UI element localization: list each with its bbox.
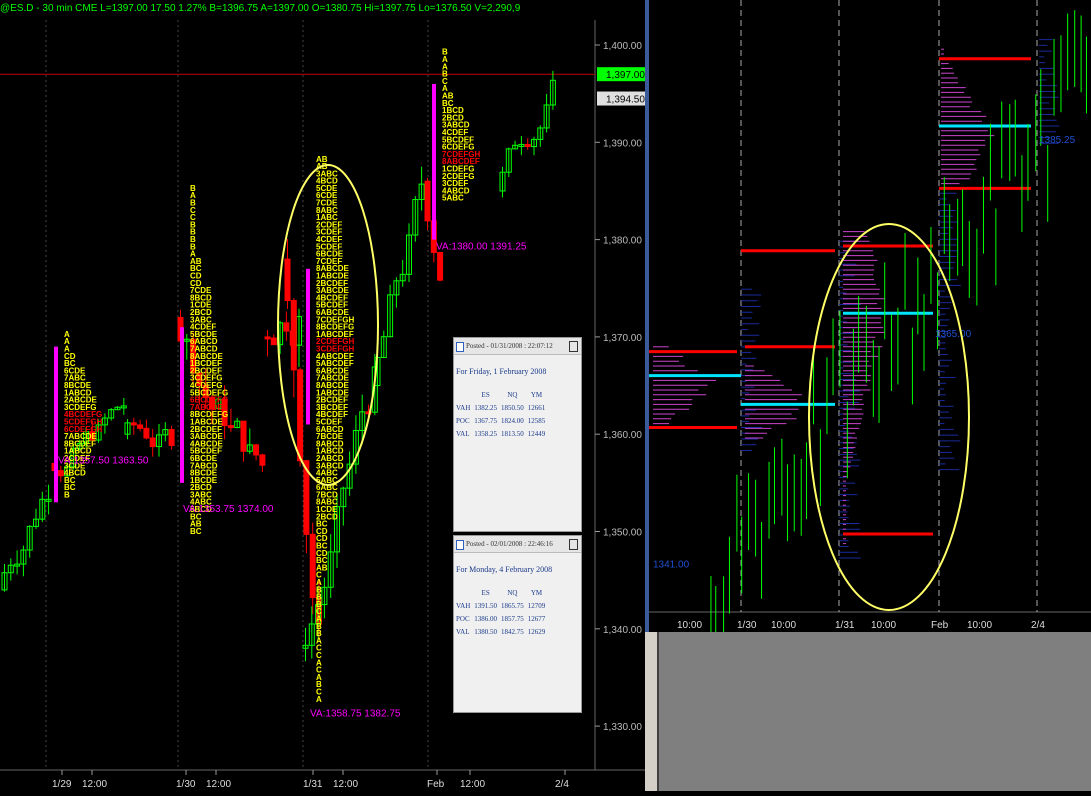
time-tick-label: 1/31 bbox=[303, 779, 323, 790]
scroll-frame bbox=[645, 632, 659, 791]
candle-body bbox=[253, 444, 260, 456]
time-tick-label: 2/4 bbox=[1031, 620, 1045, 631]
right-chart-svg[interactable]: 10:00 1/30 10:00 1/31 10:00 Feb 10:00 2/4 1341.0… bbox=[649, 0, 1091, 663]
poc-bar bbox=[306, 268, 310, 425]
document-icon bbox=[456, 342, 464, 352]
price-tick-label: 1,360.00 bbox=[603, 430, 642, 441]
level-label: 1341.00 bbox=[653, 560, 690, 571]
poc-bar bbox=[432, 83, 436, 240]
price-tick-label: 1,380.00 bbox=[603, 236, 642, 247]
price-tick-label: 1,340.00 bbox=[603, 625, 642, 636]
candle-body bbox=[227, 425, 234, 429]
note-posted: Posted - 01/31/2008 : 22:07:12 bbox=[466, 342, 553, 350]
candle-body bbox=[259, 454, 266, 466]
candle-body bbox=[284, 258, 291, 302]
clipboard-icon[interactable] bbox=[569, 539, 578, 550]
level-label: 1365.00 bbox=[935, 329, 972, 340]
candle-body bbox=[297, 369, 304, 462]
poc-bar bbox=[54, 346, 58, 503]
time-tick-label: 12:00 bbox=[206, 779, 231, 790]
chart-header: @ES.D - 30 min CME L=1397.00 17.50 1.27%… bbox=[0, 3, 521, 14]
note-header: Posted - 01/31/2008 : 22:07:12 bbox=[454, 338, 581, 355]
time-tick-label: 1/29 bbox=[52, 779, 72, 790]
candle-body bbox=[424, 180, 431, 222]
col-nq: NQ bbox=[507, 390, 518, 399]
profile-tpo: 5ABC bbox=[442, 194, 464, 203]
forum-note-feb4: Posted - 02/01/2008 : 22:46:16 For Monda… bbox=[453, 535, 582, 713]
price-tick-label: 1,370.00 bbox=[603, 333, 642, 344]
candle-body bbox=[283, 322, 290, 332]
time-tick-label: 12:00 bbox=[333, 779, 358, 790]
value-area-label: VA:1358.75 1382.75 bbox=[310, 708, 401, 719]
candle-body bbox=[309, 533, 316, 598]
profile-tpo: BC bbox=[190, 527, 202, 536]
time-tick-label: 10:00 bbox=[871, 620, 896, 631]
price-tick-label: 1,390.00 bbox=[603, 138, 642, 149]
last-price-label: 1,397.00 bbox=[606, 70, 645, 81]
candle-body bbox=[270, 337, 277, 346]
time-tick-label: 2/4 bbox=[555, 779, 569, 790]
value-area-label: VA:1380.00 1391.25 bbox=[436, 241, 527, 252]
value-area-label: VA:1357.50 1363.50 bbox=[58, 455, 149, 466]
note-posted: Posted - 02/01/2008 : 22:46:16 bbox=[466, 540, 553, 548]
poc-bar bbox=[180, 327, 184, 483]
time-tick-label: 12:00 bbox=[82, 779, 107, 790]
candle-body bbox=[143, 427, 150, 439]
col-nq: NQ bbox=[507, 588, 518, 597]
col-es: ES bbox=[481, 588, 490, 597]
candle-body bbox=[130, 422, 137, 426]
highlight-ellipse bbox=[808, 223, 970, 611]
candle-body bbox=[168, 429, 175, 446]
forum-note-feb1: Posted - 01/31/2008 : 22:07:12 For Frida… bbox=[453, 337, 582, 532]
time-tick-label: 10:00 bbox=[771, 620, 796, 631]
note-title: For Friday, 1 February 2008 bbox=[456, 367, 547, 376]
note-header: Posted - 02/01/2008 : 22:46:16 bbox=[454, 536, 581, 553]
col-es: ES bbox=[481, 390, 490, 399]
candle-body bbox=[57, 470, 64, 477]
table-row: VAH 1391.50 1865.75 12709 bbox=[456, 601, 546, 610]
level-label: 1385.25 bbox=[1039, 135, 1076, 146]
table-row: VAL 1380.50 1842.75 12629 bbox=[456, 627, 546, 636]
table-row: POC 1386.00 1857.75 12677 bbox=[456, 614, 546, 623]
prev-price-label: 1,394.50 bbox=[606, 95, 645, 106]
col-ym: YM bbox=[530, 390, 543, 399]
time-tick-label: 1/30 bbox=[176, 779, 196, 790]
time-tick-label: 10:00 bbox=[677, 620, 702, 631]
candle-body bbox=[240, 420, 247, 452]
price-tick-label: 1,350.00 bbox=[603, 528, 642, 539]
candle-body bbox=[524, 143, 531, 148]
candle-body bbox=[290, 300, 297, 371]
empty-area bbox=[645, 632, 1091, 791]
candle-body bbox=[149, 437, 156, 448]
value-area-label: VA:1353.75 1374.00 bbox=[183, 504, 274, 515]
table-row: POC 1367.75 1824.00 12585 bbox=[456, 416, 546, 425]
col-ym: YM bbox=[530, 588, 543, 597]
time-tick-label: Feb bbox=[427, 779, 445, 790]
table-row: VAH 1382.25 1850.50 12661 bbox=[456, 403, 546, 412]
note-title: For Monday, 4 February 2008 bbox=[456, 565, 553, 574]
levels-table: ES NQ YM VAH 1382.25 1850.50 12661 POC 1367.75… bbox=[454, 388, 547, 440]
time-tick-label: 10:00 bbox=[967, 620, 992, 631]
candle-body bbox=[264, 336, 271, 340]
price-tick-label: 1,400.00 bbox=[603, 41, 642, 52]
levels-table: ES NQ YM VAH 1391.50 1865.75 12709 POC 1386.00… bbox=[454, 586, 547, 638]
right-chart-panel[interactable]: 10:00 1/30 10:00 1/31 10:00 Feb 10:00 2/4 1341.0… bbox=[645, 0, 1091, 663]
candle-body bbox=[137, 424, 144, 429]
candle-body bbox=[437, 251, 444, 281]
table-row: VAL 1358.25 1813.50 12449 bbox=[456, 429, 546, 438]
profile-tpo: B bbox=[64, 490, 70, 499]
time-tick-label: Feb bbox=[931, 620, 949, 631]
document-icon bbox=[456, 540, 464, 550]
profile-tpo: A bbox=[316, 695, 322, 704]
time-tick-label: 1/30 bbox=[737, 620, 757, 631]
clipboard-icon[interactable] bbox=[569, 341, 578, 352]
time-tick-label: 12:00 bbox=[460, 779, 485, 790]
price-tick-label: 1,330.00 bbox=[603, 722, 642, 733]
time-tick-label: 1/31 bbox=[835, 620, 855, 631]
